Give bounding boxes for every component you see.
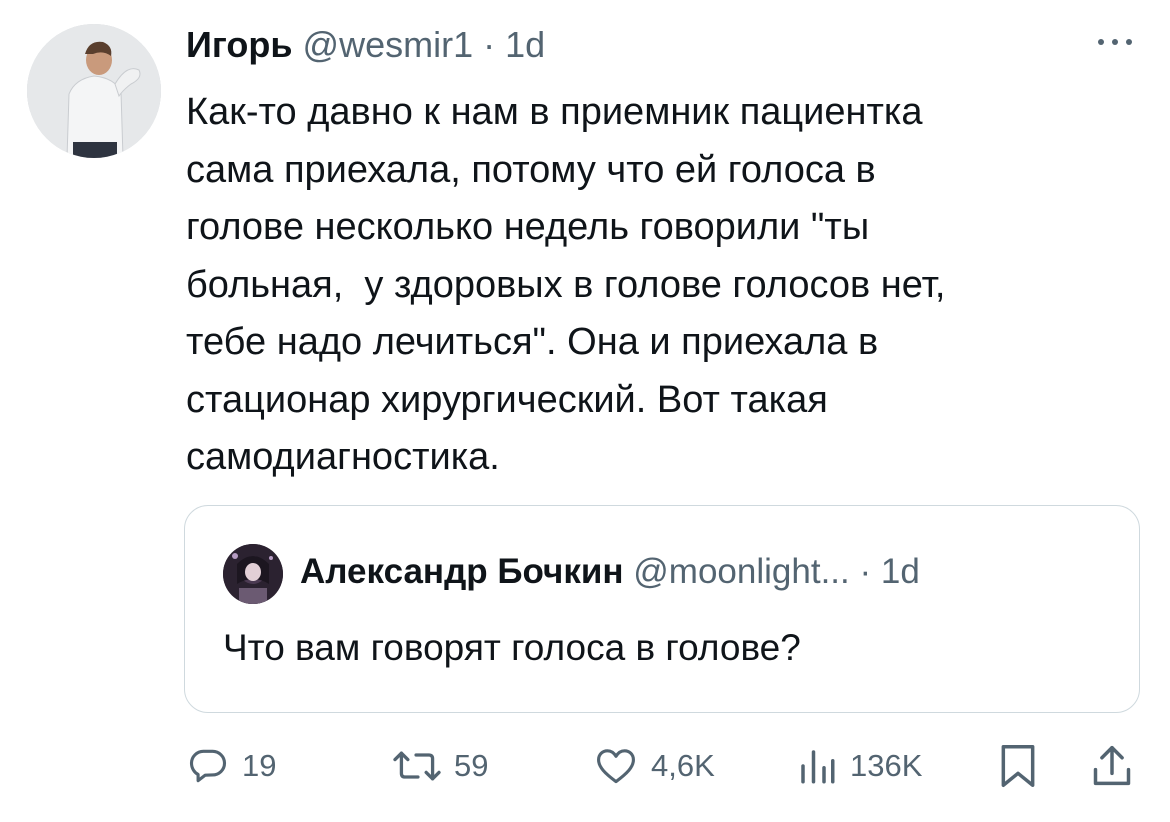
repost-icon	[393, 751, 441, 781]
quoted-time[interactable]: 1d	[881, 552, 920, 591]
tweet-header: Игорь @wesmir1 · 1d	[186, 22, 545, 68]
quoted-author-name[interactable]: Александр Бочкин	[300, 552, 624, 591]
views-count: 136K	[850, 748, 923, 783]
avatar-photo	[27, 24, 161, 158]
header-separator: ·	[483, 24, 496, 65]
reply-button[interactable]: 19	[186, 738, 276, 794]
repost-button[interactable]: 59	[392, 738, 488, 794]
reply-icon	[189, 749, 227, 783]
quoted-text: Что вам говорят голоса в голове?	[223, 627, 801, 668]
repost-count: 59	[454, 748, 489, 783]
quoted-tweet[interactable]: Александр Бочкин @moonlight... · 1d Что …	[184, 505, 1140, 713]
quoted-author-handle[interactable]: @moonlight...	[633, 552, 849, 591]
tweet-time[interactable]: 1d	[505, 24, 545, 65]
author-name[interactable]: Игорь	[186, 24, 293, 65]
reply-count: 19	[242, 748, 277, 783]
like-button[interactable]: 4,6K	[593, 738, 715, 794]
bookmark-button[interactable]	[996, 738, 1040, 794]
ellipsis-icon[interactable]	[1092, 30, 1138, 54]
like-icon	[597, 749, 635, 784]
share-button[interactable]	[1090, 738, 1134, 794]
author-avatar[interactable]	[27, 24, 161, 158]
views-icon	[801, 750, 835, 784]
views-button[interactable]: 136K	[796, 738, 922, 794]
quoted-separator: ·	[859, 552, 872, 591]
tweet-text: Как-то давно к нам в приемник пациентка …	[186, 91, 946, 478]
quoted-author-avatar[interactable]	[223, 544, 283, 604]
action-bar: 19 59 4,6K 136K	[0, 738, 1170, 798]
like-count: 4,6K	[651, 748, 715, 783]
share-icon	[1093, 745, 1131, 786]
quoted-header: Александр Бочкин @moonlight... · 1d	[300, 550, 920, 594]
author-handle[interactable]: @wesmir1	[303, 24, 474, 65]
bookmark-icon	[1001, 745, 1035, 787]
quoted-avatar-image	[223, 544, 283, 604]
